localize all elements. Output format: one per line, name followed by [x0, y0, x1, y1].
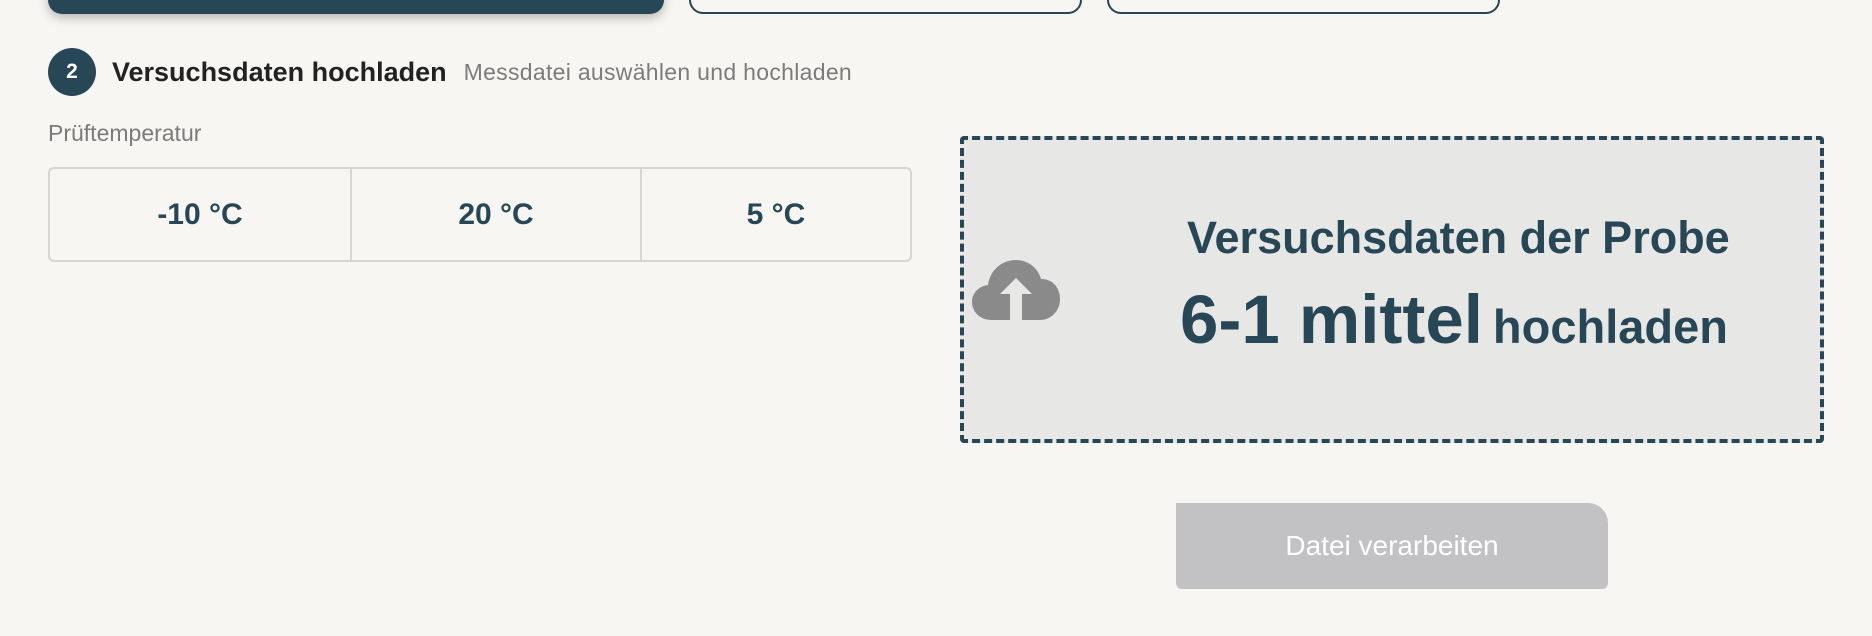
temperature-option-5[interactable]: 5 °C: [640, 169, 910, 260]
temperature-option-20[interactable]: 20 °C: [350, 169, 640, 260]
step-title: Versuchsdaten hochladen: [112, 56, 447, 87]
process-file-button[interactable]: Datei verarbeiten: [1176, 503, 1608, 589]
tab-button-3[interactable]: [1107, 0, 1500, 14]
step-number-badge: 2: [48, 48, 96, 96]
sample-name: 6-1 mittel: [1180, 281, 1483, 358]
temperature-selector: -10 °C 20 °C 5 °C: [48, 167, 912, 262]
upload-action-text: hochladen: [1492, 300, 1728, 353]
upload-title: Versuchsdaten der Probe: [1187, 212, 1730, 263]
temperature-label: Prüftemperatur: [48, 120, 202, 146]
step-heading: 2 Versuchsdaten hochladen Messdatei ausw…: [48, 48, 852, 96]
upload-dropzone[interactable]: Versuchsdaten der Probe 6-1 mittel hochla…: [960, 136, 1824, 443]
tab-button-2[interactable]: [689, 0, 1082, 14]
step-subtitle: Messdatei auswählen und hochladen: [463, 58, 852, 85]
temperature-option-minus10[interactable]: -10 °C: [50, 169, 350, 260]
cloud-upload-icon: [972, 260, 1060, 322]
tab-button-active[interactable]: [48, 0, 664, 14]
upload-subtitle: 6-1 mittel hochladen: [1180, 280, 1728, 359]
